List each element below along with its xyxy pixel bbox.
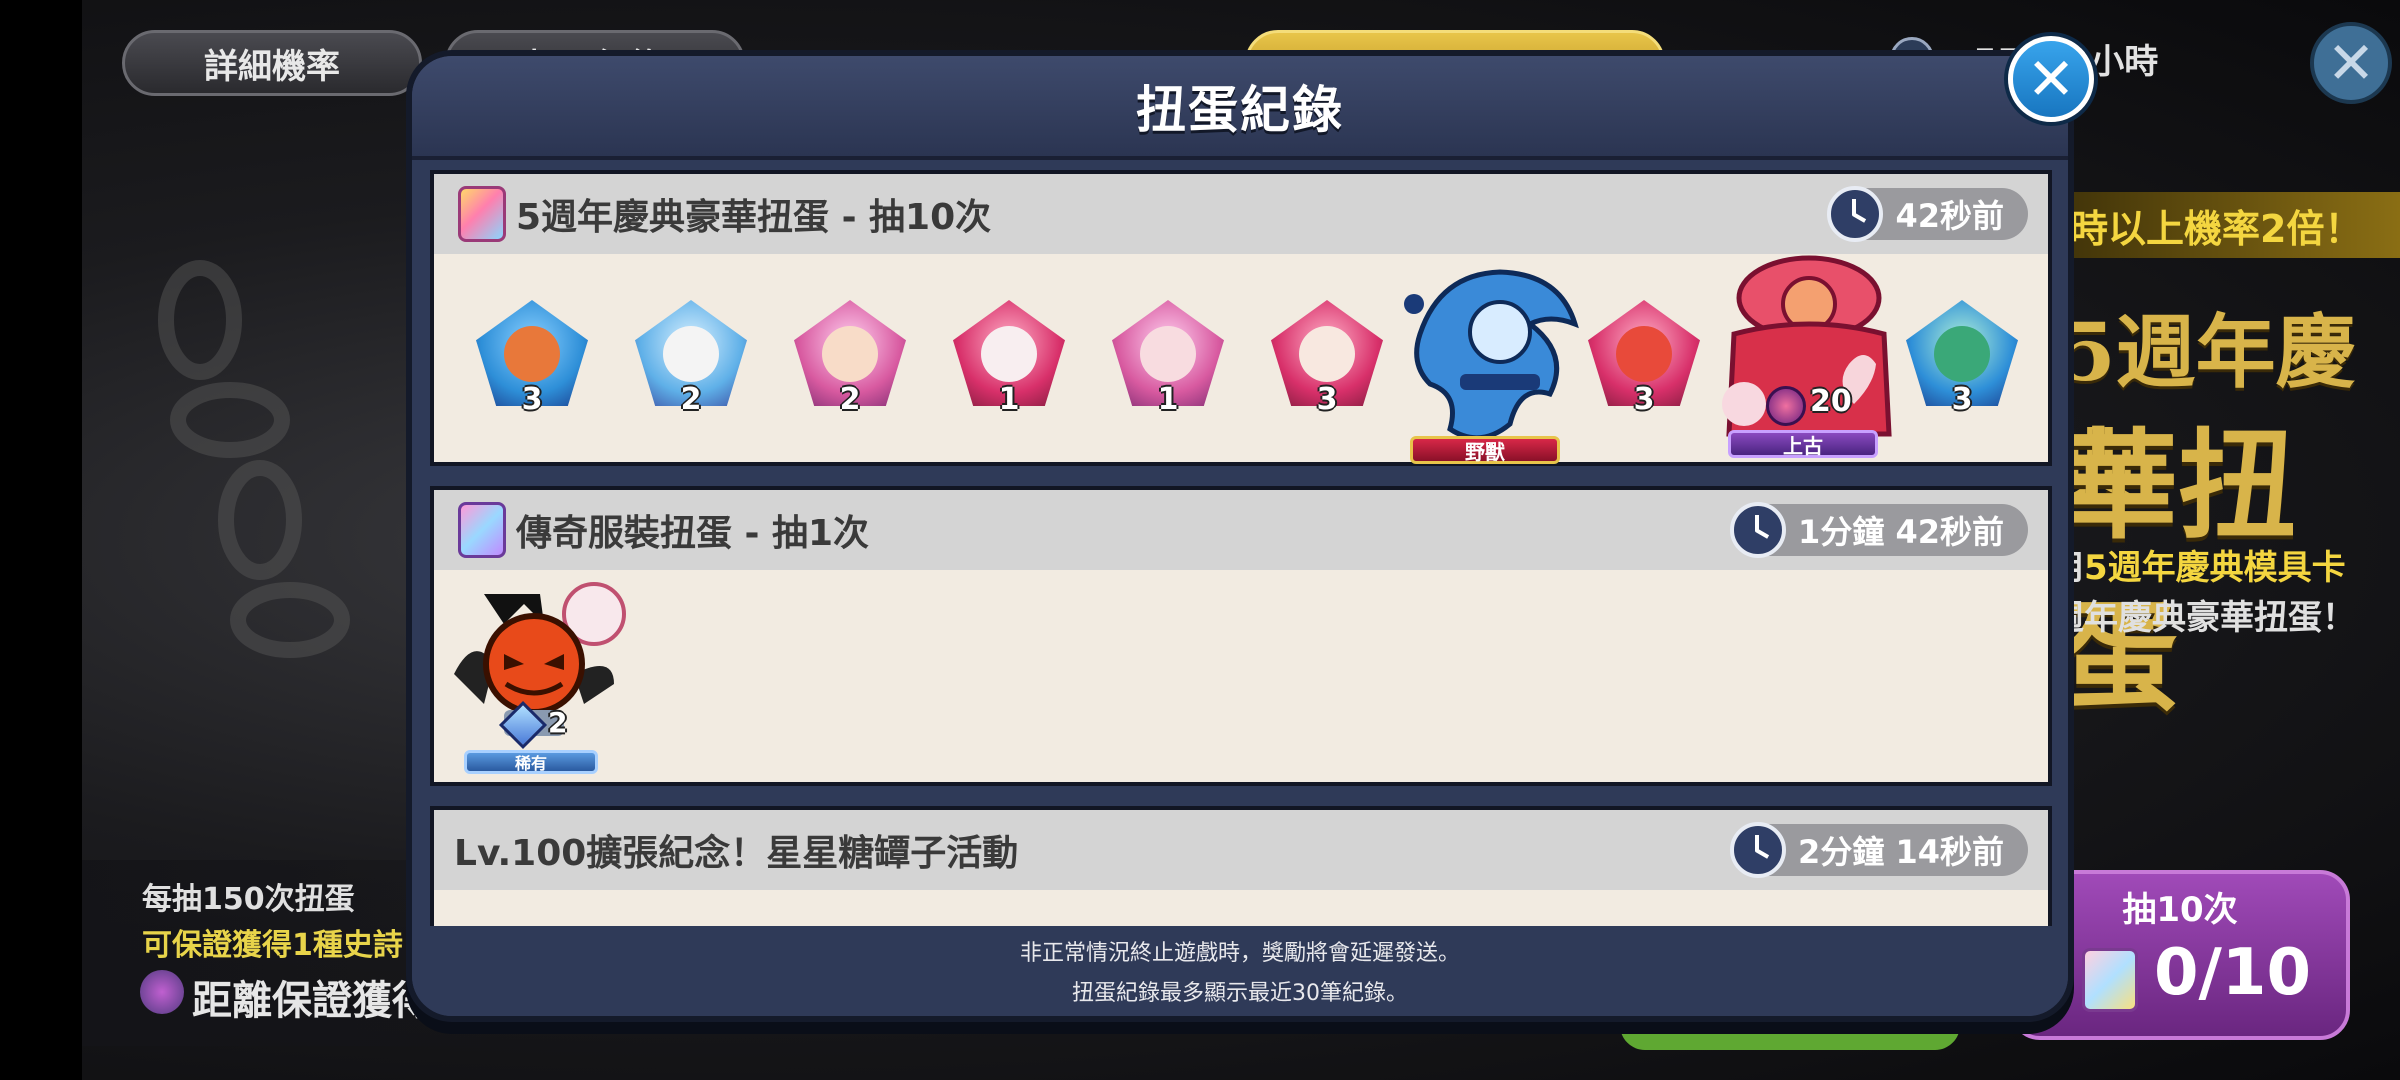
beast-cookie-item[interactable]: 野獸 [1400, 264, 1590, 464]
record-list[interactable]: 5週年慶典豪華扭蛋 - 抽10次 42秒前 3 2 2 1 1 3 野獸 3 2… [430, 170, 2052, 996]
guarantee-line2: 可保證獲得1種史詩 [142, 928, 403, 963]
item-count: 3 [1951, 382, 1973, 417]
soulstone-item[interactable]: 3 [1271, 300, 1383, 417]
cookie-face-icon [822, 326, 878, 382]
ancient-cookie-item[interactable]: 20 上古 [1714, 254, 1904, 464]
chain-decoration [158, 260, 350, 658]
left-black-bar [0, 0, 82, 1080]
close-icon: ✕ [2026, 45, 2076, 113]
entry-time: 42秒前 [1895, 197, 2004, 235]
entry-time: 2分鐘 14秒前 [1798, 833, 2004, 871]
time-pill: 42秒前 [1827, 186, 2028, 242]
soulstone-item[interactable]: 1 [953, 300, 1065, 417]
footer-note-2: 扭蛋紀錄最多顯示最近30筆紀錄。 [1072, 981, 1408, 1006]
cookie-face-icon [504, 326, 560, 382]
item-count: 2 [548, 706, 568, 739]
game-screen: { "background": { "detail_rate_label": "… [0, 0, 2400, 1080]
item-count: 3 [521, 382, 543, 417]
entry-header: 傳奇服裝扭蛋 - 抽1次 1分鐘 42秒前 [434, 490, 2048, 570]
event-desc-line2: 週年慶典豪華扭蛋！ [2050, 598, 2356, 638]
cookie-face-icon [1140, 326, 1196, 382]
pull-count: 0/10 [2154, 936, 2311, 1010]
rarity-tag: 稀有 [464, 750, 598, 774]
clock-icon [1730, 502, 1787, 558]
costume-item[interactable]: 2 稀有 [444, 574, 634, 774]
soulstone-item[interactable]: 3 [476, 300, 588, 417]
gacha-record-modal: 扭蛋紀錄 5週年慶典豪華扭蛋 - 抽10次 42秒前 3 2 2 1 1 3 野… [406, 50, 2074, 1022]
soulstone-item[interactable]: 1 [1112, 300, 1224, 417]
mold-card-icon [2082, 948, 2138, 1012]
rarity-tag: 野獸 [1410, 436, 1560, 464]
soulstone-item[interactable]: 3 [1588, 300, 1700, 417]
rate-banner: 時以上機率2倍！ [2030, 192, 2400, 258]
modal-title: 扭蛋紀錄 [1136, 81, 1344, 139]
item-count: 20 [1810, 384, 1852, 419]
soulstone-item[interactable]: 2 [794, 300, 906, 417]
entry-title: 傳奇服裝扭蛋 - 抽1次 [516, 513, 870, 554]
cookie-face-icon [981, 326, 1037, 382]
rarity-tag: 上古 [1728, 430, 1878, 458]
soulstone-item[interactable]: 2 [635, 300, 747, 417]
time-pill: 1分鐘 42秒前 [1730, 502, 2028, 558]
cookie-face-icon [663, 326, 719, 382]
time-pill: 2分鐘 14秒前 [1730, 822, 2028, 878]
item-count: 1 [1157, 382, 1179, 417]
screen-close-button[interactable]: ✕ [2310, 22, 2392, 104]
item-count: 3 [1633, 382, 1655, 417]
clock-icon [1827, 186, 1884, 242]
clock-icon [1730, 822, 1787, 878]
entry-title: Lv.100擴張紀念！星星糖罈子活動 [454, 833, 1019, 874]
cookie-face-icon [1934, 326, 1990, 382]
record-entry: 傳奇服裝扭蛋 - 抽1次 1分鐘 42秒前 2 稀有 [430, 486, 2052, 786]
ancient-soulstone-icon [1766, 386, 1806, 426]
entry-header: 5週年慶典豪華扭蛋 - 抽10次 42秒前 [434, 174, 2048, 254]
item-count: 2 [680, 382, 702, 417]
guarantee-line1: 每抽150次扭蛋 [142, 882, 355, 917]
modal-header: 扭蛋紀錄 [412, 56, 2068, 160]
entry-header: Lv.100擴張紀念！星星糖罈子活動 2分鐘 14秒前 [434, 810, 2048, 890]
record-entry: 5週年慶典豪華扭蛋 - 抽10次 42秒前 3 2 2 1 1 3 野獸 3 2… [430, 170, 2052, 466]
gem-icon [140, 970, 184, 1014]
event-desc-line1: 用5週年慶典模具卡 [2050, 548, 2346, 588]
modal-close-button[interactable]: ✕ [2008, 36, 2094, 122]
ancient-cookie-icon [1722, 255, 1892, 437]
entry-time: 1分鐘 42秒前 [1798, 513, 2004, 551]
soulstone-item[interactable]: 3 [1906, 300, 2018, 417]
item-count: 3 [1316, 382, 1338, 417]
item-count: 2 [839, 382, 861, 417]
item-count: 1 [998, 382, 1020, 417]
cookie-face-icon [1616, 326, 1672, 382]
guarantee-line3: 距離保證獲得 [192, 978, 432, 1024]
cookie-face-icon [1299, 326, 1355, 382]
footer-note-1: 非正常情況終止遊戲時，獎勵將會延遲發送。 [1019, 941, 1460, 966]
modal-footer: 非正常情況終止遊戲時，獎勵將會延遲發送。 扭蛋紀錄最多顯示最近30筆紀錄。 [412, 926, 2068, 1016]
beast-cookie-icon [1404, 269, 1579, 441]
costume-gacha-icon [458, 502, 506, 558]
entry-title: 5週年慶典豪華扭蛋 - 抽10次 [516, 197, 992, 238]
anniversary-gacha-icon [458, 186, 506, 242]
detail-rate-button[interactable]: 詳細機率 [122, 30, 422, 96]
